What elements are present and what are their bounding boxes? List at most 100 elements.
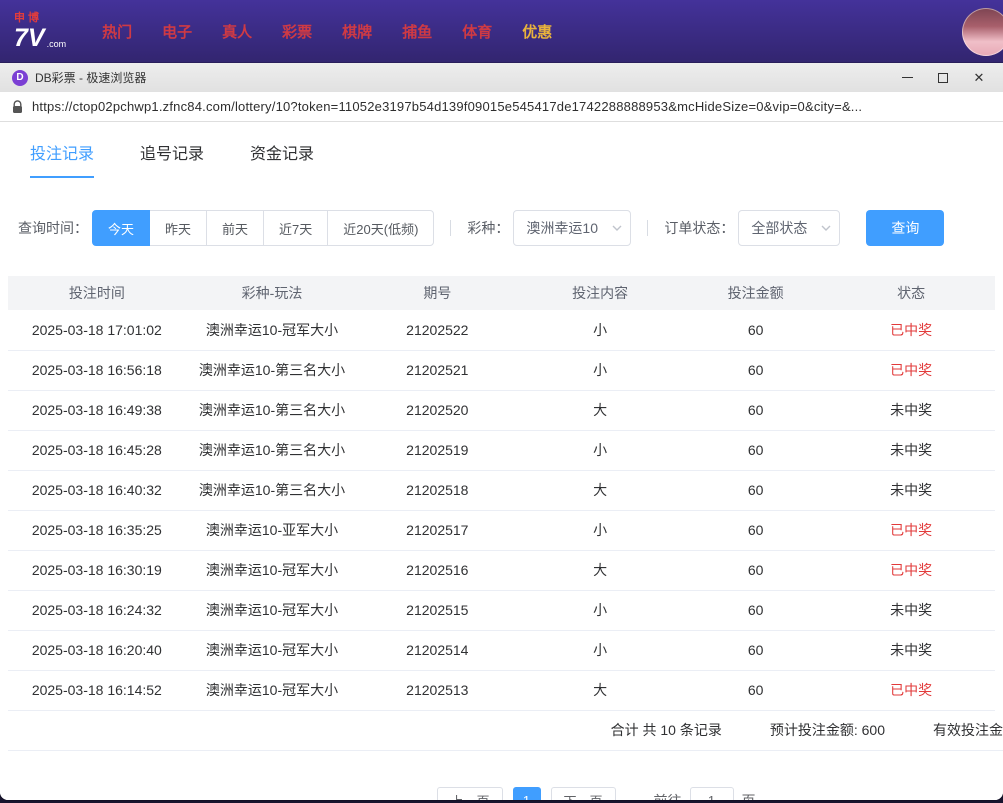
- status-cell: 未中奖: [827, 630, 995, 671]
- content-cell: 大: [516, 670, 685, 711]
- nav-item-chess[interactable]: 棋牌: [342, 21, 372, 42]
- issue-cell: 21202516: [358, 550, 517, 591]
- content-cell: 小: [516, 430, 685, 471]
- time-cell: 2025-03-18 16:49:38: [8, 390, 186, 431]
- issue-cell: 21202515: [358, 590, 517, 631]
- issue-cell: 21202514: [358, 630, 517, 671]
- time-cell: 2025-03-18 16:30:19: [8, 550, 186, 591]
- amount-cell: 60: [684, 550, 828, 591]
- column-header: 投注金额: [684, 276, 828, 310]
- status-cell: 已中奖: [827, 510, 995, 551]
- play-cell: 澳洲幸运10-第三名大小: [185, 390, 359, 431]
- app-favicon-icon: D: [12, 69, 28, 86]
- content-cell: 大: [516, 550, 685, 591]
- lottery-select[interactable]: 澳洲幸运10: [513, 210, 632, 246]
- nav-item-slots[interactable]: 电子: [162, 21, 192, 42]
- prev-page-button[interactable]: 上一页: [437, 786, 503, 800]
- maximize-button[interactable]: [925, 65, 961, 90]
- nav-item-fishing[interactable]: 捕鱼: [402, 21, 432, 42]
- minimize-icon: [901, 77, 913, 78]
- nav-item-live[interactable]: 真人: [222, 21, 252, 42]
- time-cell: 2025-03-18 16:40:32: [8, 470, 186, 511]
- time-filter-day-before[interactable]: 前天: [206, 210, 265, 246]
- lottery-select-value: 澳洲幸运10: [526, 220, 598, 236]
- time-filter-last-7-days[interactable]: 近7天: [263, 210, 329, 246]
- nav-item-promo[interactable]: 优惠: [522, 21, 552, 42]
- user-avatar[interactable]: [962, 8, 1003, 56]
- order-status-select-value: 全部状态: [751, 220, 808, 236]
- content-cell: 小: [516, 590, 685, 631]
- amount-cell: 60: [684, 310, 828, 351]
- issue-cell: 21202520: [358, 390, 517, 431]
- play-cell: 澳洲幸运10-亚军大小: [185, 510, 359, 551]
- status-cell: 未中奖: [827, 590, 995, 631]
- column-header: 彩种-玩法: [185, 276, 359, 310]
- site-logo[interactable]: 申博 7V .com: [14, 11, 66, 51]
- content-cell: 小: [516, 510, 685, 551]
- time-cell: 2025-03-18 17:01:02: [8, 310, 186, 351]
- amount-cell: 60: [684, 630, 828, 671]
- site-logo-text-top: 申博: [14, 11, 42, 24]
- table-row: 2025-03-18 16:45:28 澳洲幸运10-第三名大小 21202519 小…: [8, 430, 995, 471]
- issue-cell: 21202521: [358, 350, 517, 391]
- status-cell: 未中奖: [827, 390, 995, 431]
- url-text[interactable]: https://ctop02pchwp1.zfnc84.com/lottery/…: [32, 99, 991, 114]
- close-button[interactable]: ✕: [961, 65, 997, 90]
- minimize-button[interactable]: [889, 65, 925, 90]
- status-cell: 已中奖: [827, 350, 995, 391]
- play-cell: 澳洲幸运10-第三名大小: [185, 430, 359, 471]
- status-cell: 未中奖: [827, 470, 995, 511]
- lock-icon: [12, 99, 23, 114]
- table-row: 2025-03-18 17:01:02 澳洲幸运10-冠军大小 21202522 小 6…: [8, 310, 995, 351]
- tab-fund-records[interactable]: 资金记录: [250, 140, 314, 178]
- order-status-select[interactable]: 全部状态: [738, 210, 841, 246]
- amount-cell: 60: [684, 510, 828, 551]
- pagination: 上一页 1 下一页 前往 页: [0, 786, 1003, 801]
- table-row: 2025-03-18 16:35:25 澳洲幸运10-亚军大小 21202517 小 6…: [8, 510, 995, 551]
- table-row: 2025-03-18 16:14:52 澳洲幸运10-冠军大小 21202513 大 6…: [8, 670, 995, 711]
- amount-cell: 60: [684, 430, 828, 471]
- play-cell: 澳洲幸运10-冠军大小: [185, 630, 359, 671]
- nav-item-hot[interactable]: 热门: [102, 21, 132, 42]
- tab-bet-records[interactable]: 投注记录: [30, 140, 95, 178]
- time-cell: 2025-03-18 16:35:25: [8, 510, 186, 551]
- amount-cell: 60: [684, 470, 828, 511]
- page-number-1[interactable]: 1: [512, 786, 541, 800]
- time-filter-today[interactable]: 今天: [92, 210, 151, 246]
- issue-cell: 21202519: [358, 430, 517, 471]
- next-page-button[interactable]: 下一页: [550, 786, 616, 800]
- goto-page: 前往 页: [654, 786, 756, 801]
- play-cell: 澳洲幸运10-冠军大小: [185, 310, 359, 351]
- issue-cell: 21202522: [358, 310, 517, 351]
- column-header: 期号: [358, 276, 517, 310]
- nav-item-sports[interactable]: 体育: [462, 21, 492, 42]
- site-menu: 热门 电子 真人 彩票 棋牌 捕鱼 体育 优惠: [102, 21, 552, 42]
- goto-page-input[interactable]: [689, 786, 734, 800]
- filter-divider: [647, 220, 649, 236]
- lottery-select-label: 彩种：: [467, 220, 510, 236]
- page-numbers: 1: [512, 786, 541, 800]
- address-bar[interactable]: https://ctop02pchwp1.zfnc84.com/lottery/…: [0, 92, 1003, 122]
- nav-item-lottery[interactable]: 彩票: [282, 21, 312, 42]
- close-icon: ✕: [973, 69, 985, 85]
- summary-row: 合计 共 10 条记录 预计投注金额: 600 有效投注金: [8, 711, 1003, 751]
- status-cell: 已中奖: [827, 670, 995, 711]
- content-cell: 大: [516, 390, 685, 431]
- tab-chase-records[interactable]: 追号记录: [140, 140, 204, 178]
- time-filter-label: 查询时间：: [18, 220, 88, 236]
- table-row: 2025-03-18 16:30:19 澳洲幸运10-冠军大小 21202516 大 6…: [8, 550, 995, 591]
- play-cell: 澳洲幸运10-第三名大小: [185, 470, 359, 511]
- time-filter-yesterday[interactable]: 昨天: [149, 210, 208, 246]
- column-header: 投注时间: [8, 276, 186, 310]
- chevron-down-icon: [821, 225, 831, 231]
- goto-suffix: 页: [742, 791, 756, 801]
- time-filter-last-20-days-low-freq[interactable]: 近20天(低频): [327, 210, 435, 246]
- query-button[interactable]: 查询: [866, 210, 945, 246]
- total-records-text: 合计 共 10 条记录: [610, 722, 722, 738]
- content-cell: 大: [516, 470, 685, 511]
- content-cell: 小: [516, 630, 685, 671]
- bet-records-table: 投注时间 彩种-玩法 期号 投注内容 投注金额 状态 2025-03-18 17:01:0…: [8, 276, 995, 711]
- goto-label: 前往: [654, 791, 682, 801]
- play-cell: 澳洲幸运10-冠军大小: [185, 590, 359, 631]
- amount-cell: 60: [684, 350, 828, 391]
